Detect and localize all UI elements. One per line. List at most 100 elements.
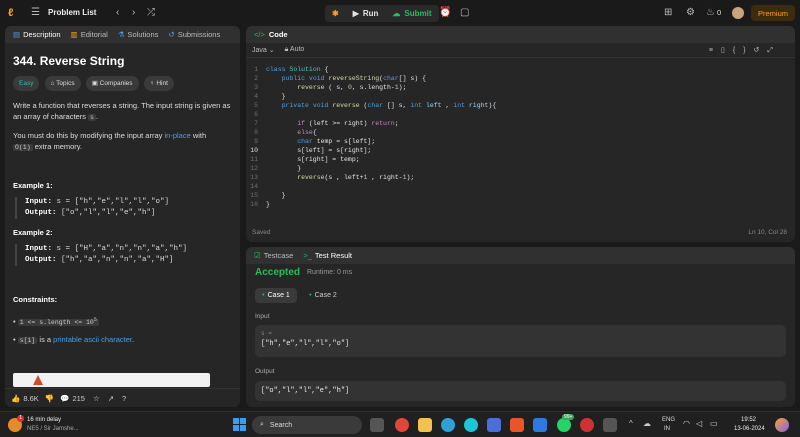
tab-description[interactable]: ▤ Description — [13, 30, 61, 39]
code-line: 7 if (left >= right) return; — [254, 120, 399, 127]
app-icon-2[interactable] — [603, 418, 617, 432]
code-line: 15 } — [250, 192, 286, 199]
brave-icon[interactable] — [510, 418, 524, 432]
settings-gear-icon[interactable]: ⚙ — [686, 7, 695, 19]
lock-icon: ▣ — [91, 80, 100, 87]
avatar[interactable] — [732, 7, 744, 19]
task-view-icon[interactable] — [370, 418, 384, 432]
edge-icon[interactable] — [441, 418, 455, 432]
weather-line-2: NE5 / Sir Jamshe... — [27, 426, 79, 432]
taskbar-search[interactable]: ⌕ Search — [252, 416, 362, 434]
tag-row: Easy ⌂ Topics ▣ Companies ♀ Hint — [13, 76, 232, 91]
windows-start-icon[interactable] — [233, 418, 246, 431]
language-line-1[interactable]: ENG — [662, 417, 675, 423]
description-paragraph-2: You must do this by modifying the input … — [13, 131, 207, 151]
run-button[interactable]: ▶ Run — [346, 5, 386, 22]
thumbs-down-icon[interactable]: 👎 — [45, 394, 54, 403]
next-problem-icon[interactable]: › — [132, 7, 135, 19]
todo-icon[interactable] — [533, 418, 547, 432]
debug-icon[interactable]: ✱ — [325, 5, 346, 22]
thumbs-up-icon[interactable]: 👍 — [11, 394, 20, 403]
whatsapp-icon[interactable] — [557, 418, 571, 432]
fire-streak-icon[interactable]: ♨ — [706, 7, 715, 19]
example-2-title: Example 2: — [13, 228, 53, 237]
leetcode-logo-icon[interactable]: ℓ — [8, 7, 20, 19]
code-line: 10 s[left] = s[right]; — [250, 147, 372, 154]
premium-button[interactable]: Premium — [751, 5, 795, 21]
fullscreen-icon[interactable]: ⤢ — [767, 47, 781, 54]
code-line: 2 public void reverseString(char[] s) { — [254, 75, 426, 82]
description-icon: ▤ — [13, 30, 21, 39]
help-icon[interactable]: ? — [122, 394, 126, 403]
case-2-button[interactable]: • Case 2 — [302, 288, 344, 303]
code-editor[interactable]: 1 class Solution { 2 public void reverseS… — [246, 58, 795, 209]
alexa-icon[interactable] — [464, 418, 478, 432]
hint-tag[interactable]: ♀ Hint — [143, 76, 174, 91]
topics-tag[interactable]: ⌂ Topics — [44, 76, 81, 91]
comment-icon[interactable]: 💬 — [60, 394, 69, 403]
companies-tag[interactable]: ▣ Companies — [85, 76, 139, 91]
submit-button[interactable]: ☁ Submit — [385, 5, 438, 22]
code-line: 14 — [250, 183, 258, 190]
tab-editorial[interactable]: ▥ Editorial — [71, 30, 108, 39]
store-icon[interactable] — [487, 418, 501, 432]
difficulty-badge[interactable]: Easy — [13, 76, 40, 91]
runtime-text: Runtime: 0 ms — [307, 269, 353, 276]
code-line: 4 } — [254, 93, 286, 100]
example-1-block: Input: s = ["h","e","l","l","o"] Output:… — [15, 197, 232, 219]
description-paragraph-1: Write a function that reverses a string.… — [13, 101, 231, 121]
battery-icon[interactable]: ▭ — [710, 419, 718, 428]
reset-icon[interactable]: ↺ — [754, 47, 768, 54]
braces-icon[interactable]: {} — [733, 47, 754, 54]
chrome-icon[interactable] — [395, 418, 409, 432]
play-icon: ▶ — [352, 9, 359, 18]
tab-testcase[interactable]: ☑ Testcase — [254, 251, 293, 260]
notes-icon[interactable]: ▢ — [460, 7, 469, 19]
shuffle-icon[interactable]: ⤮ — [147, 7, 155, 19]
code-panel: </> Code Java ⌄ 🔒︎ Auto ≡▯{}↺⤢ 1 class Sol… — [246, 26, 795, 242]
code-line: 16} — [250, 201, 270, 208]
problem-description: 344. Reverse String Easy ⌂ Topics ▣ Comp… — [5, 43, 240, 354]
timer-icon[interactable]: ⏰ — [439, 7, 451, 19]
list-icon[interactable]: ☰ — [31, 7, 40, 19]
problem-list-link[interactable]: Problem List — [48, 8, 96, 17]
in-place-link[interactable]: in-place — [164, 131, 190, 140]
search-icon: ⌕ — [260, 421, 264, 428]
tab-test-result[interactable]: >_ Test Result — [303, 251, 352, 260]
volume-icon[interactable]: ◁ — [696, 419, 702, 428]
format-icon[interactable]: ≡ — [709, 47, 721, 54]
code-line: 1 class Solution { — [254, 66, 329, 73]
app-icon[interactable] — [580, 418, 594, 432]
tab-submissions[interactable]: ↺ Submissions — [168, 30, 220, 39]
prev-problem-icon[interactable]: ‹ — [116, 7, 119, 19]
copilot-icon[interactable] — [775, 418, 789, 432]
code-line: 12 } — [250, 165, 302, 172]
star-icon[interactable]: ☆ — [93, 394, 100, 403]
weather-line-1: 16 min delay — [27, 417, 62, 423]
code-icon: </> — [254, 30, 265, 39]
clock-time[interactable]: 19:52 — [741, 417, 756, 423]
auto-save-toggle[interactable]: 🔒︎ Auto — [285, 46, 305, 54]
terminal-icon: >_ — [303, 251, 312, 260]
wifi-icon[interactable]: ◠ — [683, 419, 690, 428]
code-line: 3 reverse ( s, 0, s.length-1); — [254, 84, 407, 91]
code-line: 8 else{ — [254, 129, 317, 136]
run-submit-group: ✱ ▶ Run ☁ Submit — [325, 5, 439, 22]
file-explorer-icon[interactable] — [418, 418, 432, 432]
tab-solutions[interactable]: ⚗ Solutions — [118, 30, 159, 39]
cloud-icon[interactable]: ☁ — [643, 419, 651, 428]
share-icon[interactable]: ↗ — [108, 394, 114, 403]
case-1-button[interactable]: • Case 1 — [255, 288, 297, 303]
result-status: Accepted — [255, 267, 301, 278]
left-tabs: ▤ Description ▥ Editorial ⚗ Solutions ↺ Subm… — [5, 26, 240, 43]
editor-actions: ≡▯{}↺⤢ — [709, 46, 781, 55]
code-header: </> Code — [246, 26, 795, 43]
clock-date: 13-06-2024 — [734, 426, 765, 432]
example-2-block: Input: s = ["H","a","n","n","a","h"] Out… — [15, 244, 232, 266]
layout-icon[interactable]: ⊞ — [664, 7, 672, 19]
printable-ascii-link[interactable]: printable ascii character — [53, 335, 132, 344]
language-select[interactable]: Java ⌄ — [252, 46, 275, 54]
bookmark-icon[interactable]: ▯ — [721, 47, 733, 54]
advertisement-banner-image[interactable] — [13, 373, 210, 387]
chevron-up-icon[interactable]: ^ — [629, 419, 633, 428]
